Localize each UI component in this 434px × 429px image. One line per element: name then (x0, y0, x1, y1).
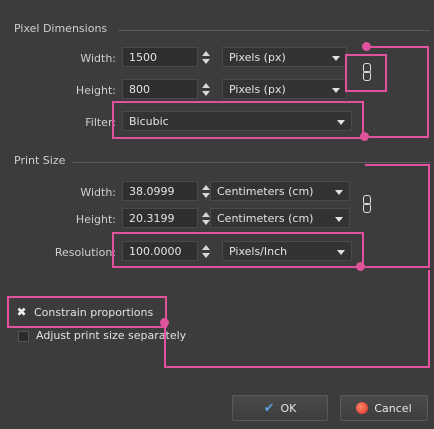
chevron-down-icon (332, 56, 340, 61)
ok-button-label: OK (280, 401, 297, 415)
pixel-dimensions-divider (118, 30, 430, 31)
filter-label: Filter: (85, 116, 116, 129)
annotation-dot (356, 262, 365, 271)
ok-button[interactable]: ✔ OK (232, 395, 328, 421)
print-size-divider (72, 162, 430, 163)
pixel-height-spinner[interactable] (201, 81, 211, 99)
print-chain-link-icon[interactable] (363, 195, 371, 215)
annotation-line (365, 136, 429, 138)
pixel-height-input[interactable] (122, 79, 198, 99)
annotation-dot (160, 318, 169, 327)
print-width-unit-value: Centimeters (cm) (217, 185, 314, 198)
pixel-width-spinner[interactable] (201, 49, 211, 67)
pixel-dimensions-title: Pixel Dimensions (14, 22, 108, 35)
pixel-width-input[interactable] (122, 47, 198, 67)
cancel-button[interactable]: Cancel (340, 395, 428, 421)
annotation-line (428, 164, 430, 268)
pixel-height-label: Height: (75, 84, 116, 97)
pixel-height-unit-value: Pixels (px) (229, 83, 286, 96)
chevron-down-icon (335, 190, 343, 195)
annotation-line (365, 164, 430, 166)
adjust-print-size-checkbox[interactable] (18, 331, 29, 342)
print-height-input[interactable] (122, 208, 198, 228)
annotation-line (164, 322, 166, 368)
pixel-width-unit-value: Pixels (px) (229, 51, 286, 64)
cancel-button-label: Cancel (374, 401, 412, 415)
print-width-label: Width: (80, 186, 116, 199)
resolution-label: Resolution: (54, 246, 116, 259)
print-width-unit-select[interactable]: Centimeters (cm) (210, 181, 350, 201)
print-width-input[interactable] (122, 181, 198, 201)
print-height-unit-select[interactable]: Centimeters (cm) (210, 208, 350, 228)
chevron-down-icon (335, 217, 343, 222)
annotation-resolution-box (112, 232, 364, 268)
annotation-dot (362, 42, 371, 51)
print-height-label: Height: (75, 213, 116, 226)
checkmark-icon: ✔ (263, 400, 275, 416)
annotation-line (427, 46, 429, 138)
pixel-width-unit-select[interactable]: Pixels (px) (222, 47, 347, 67)
annotation-line (360, 266, 430, 268)
pixel-height-unit-select[interactable]: Pixels (px) (222, 79, 347, 99)
annotation-filter-box (112, 101, 364, 139)
annotation-chain-box (345, 54, 387, 92)
chevron-down-icon (332, 88, 340, 93)
pixel-width-label: Width: (80, 52, 116, 65)
cancel-icon (356, 402, 369, 414)
annotation-line (365, 46, 427, 48)
print-size-title: Print Size (14, 154, 66, 167)
annotation-constrain-box (7, 296, 167, 328)
annotation-line (428, 270, 430, 368)
annotation-line (164, 366, 430, 368)
print-height-unit-value: Centimeters (cm) (217, 212, 314, 225)
